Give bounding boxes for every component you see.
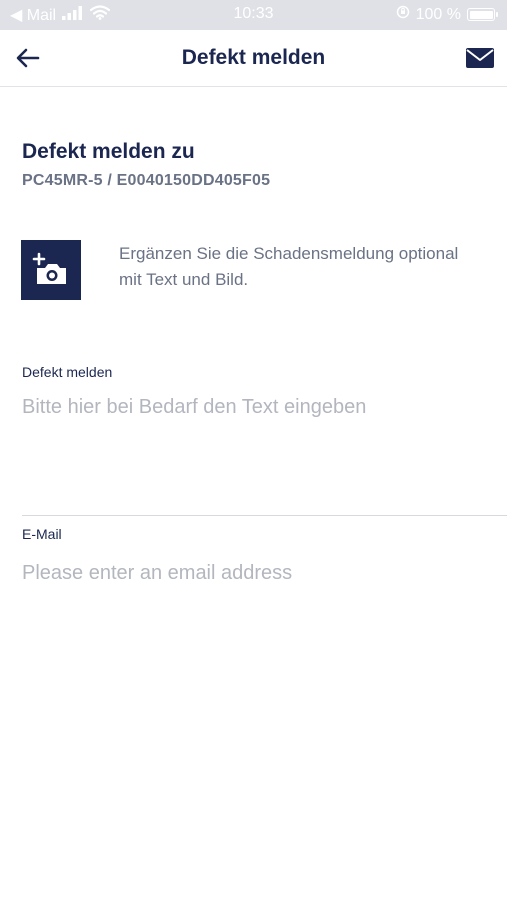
- status-bar: ◀ Mail 10:33 100 %: [0, 0, 507, 30]
- battery-level: [469, 10, 493, 19]
- defect-field-label: Defekt melden: [22, 364, 113, 380]
- email-field[interactable]: [22, 558, 492, 588]
- page-title: Defekt melden: [181, 46, 326, 69]
- photo-hint: Ergänzen Sie die Schadensmeldung optiona…: [119, 244, 459, 289]
- device-id: PC45MR-5 / E0040150DD405F05: [22, 172, 271, 189]
- report-heading: Defekt melden zu: [22, 140, 195, 163]
- email-field-label: E-Mail: [22, 526, 62, 542]
- battery-icon: [467, 8, 498, 21]
- envelope-icon: [466, 48, 494, 68]
- navigation-bar: Defekt melden: [0, 30, 507, 87]
- battery-percent: 100 %: [415, 5, 461, 23]
- field-divider: [22, 515, 507, 516]
- send-mail-button[interactable]: [463, 42, 497, 74]
- defect-description-input[interactable]: [22, 396, 492, 496]
- add-photo-button[interactable]: [21, 240, 81, 300]
- orientation-lock-icon: [396, 5, 410, 24]
- status-right: 100 %: [396, 5, 498, 24]
- add-photo-icon: [32, 252, 66, 284]
